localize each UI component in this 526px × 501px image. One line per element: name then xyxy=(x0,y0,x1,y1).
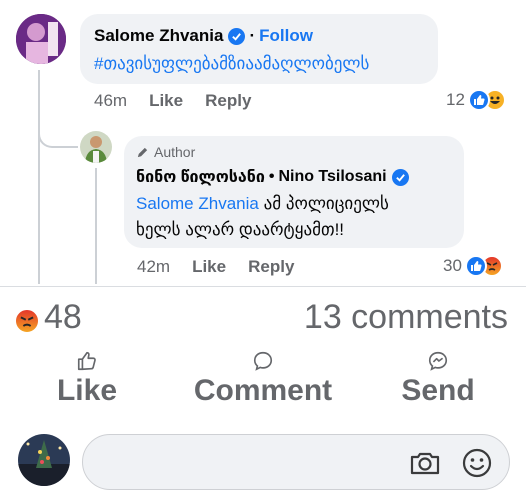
comment-input[interactable] xyxy=(99,445,399,479)
comment-reaction-count: 12 xyxy=(446,90,465,109)
reply-like-button[interactable]: Like xyxy=(192,257,226,277)
reply-reply-button[interactable]: Reply xyxy=(248,257,294,277)
comment-time[interactable]: 46m xyxy=(94,91,127,111)
comment-bubble-icon xyxy=(253,351,273,371)
like-action-button[interactable]: Like xyxy=(52,350,122,408)
action-bar: Like Comment Send xyxy=(0,350,526,420)
comment-reply-button[interactable]: Reply xyxy=(205,91,251,111)
comment-composer[interactable] xyxy=(82,434,510,490)
avatar-image xyxy=(18,434,70,486)
angry-reaction-icon[interactable] xyxy=(14,308,40,334)
like-action-label: Like xyxy=(56,374,118,407)
current-user-avatar[interactable] xyxy=(18,434,70,486)
reply-meta: 42m Like Reply xyxy=(137,257,316,277)
like-reaction-icon xyxy=(467,89,490,111)
emoji-icon[interactable] xyxy=(461,447,493,484)
comment-author-name[interactable]: Salome Zhvania xyxy=(94,26,223,46)
avatar-nino[interactable] xyxy=(80,131,112,163)
reply-time[interactable]: 42m xyxy=(137,257,170,277)
comment-meta: 46m Like Reply xyxy=(94,91,273,111)
divider xyxy=(0,286,526,287)
verified-badge-icon xyxy=(391,168,409,186)
author-badge-label: Author xyxy=(154,144,196,160)
thread-elbow xyxy=(38,110,78,148)
reply-author-name-ka[interactable]: ნინო წილოსანი xyxy=(136,167,265,187)
reply-thread-line xyxy=(95,168,97,284)
thumbs-up-icon xyxy=(77,351,96,371)
reply-text-line1: ამ პოლიციელს xyxy=(263,194,389,213)
comment-action-button[interactable]: Comment xyxy=(190,350,336,408)
avatar-salome[interactable] xyxy=(16,14,66,64)
send-action-label: Send xyxy=(401,374,475,407)
verified-badge-icon xyxy=(228,27,246,45)
messenger-icon xyxy=(428,351,448,371)
reply-reaction-count: 30 xyxy=(443,256,462,275)
reply-author-name[interactable]: Nino Tsilosani xyxy=(278,168,386,186)
comment-like-button[interactable]: Like xyxy=(149,91,183,111)
comment-action-label: Comment xyxy=(193,374,333,407)
follow-button[interactable]: Follow xyxy=(259,26,313,46)
author-badge: Author xyxy=(136,144,195,160)
post-summary: 48 13 comments xyxy=(0,294,526,348)
avatar-image xyxy=(16,14,66,64)
separator-dot: • xyxy=(268,168,275,185)
separator-dot: · xyxy=(249,26,256,45)
send-action-button[interactable]: Send xyxy=(398,350,478,408)
comments-count[interactable]: 13 comments xyxy=(304,298,508,337)
reply-reactions[interactable]: 30 xyxy=(443,255,503,277)
pen-icon xyxy=(136,146,149,159)
like-reaction-icon xyxy=(464,255,487,277)
reply-text-line2: ხელს ალარ დაარტყამთ!! xyxy=(136,220,345,239)
comment-reactions[interactable]: 12 xyxy=(446,89,506,111)
reply-text: Salome Zhvania ამ პოლიციელს ხელს ალარ და… xyxy=(136,191,389,243)
camera-icon[interactable] xyxy=(409,449,441,482)
reply-bubble[interactable]: Author ნინო წილოსანი • Nino Tsilosani Sa… xyxy=(124,136,464,248)
comment-hashtag[interactable]: #თავისუფლებამზიაამაღლობელს xyxy=(94,54,369,74)
reaction-total[interactable]: 48 xyxy=(44,298,82,337)
mention-link[interactable]: Salome Zhvania xyxy=(136,194,259,213)
avatar-image xyxy=(80,131,112,163)
thread-line xyxy=(38,70,40,284)
comment-bubble[interactable]: Salome Zhvania · Follow #თავისუფლებამზია… xyxy=(80,14,438,84)
